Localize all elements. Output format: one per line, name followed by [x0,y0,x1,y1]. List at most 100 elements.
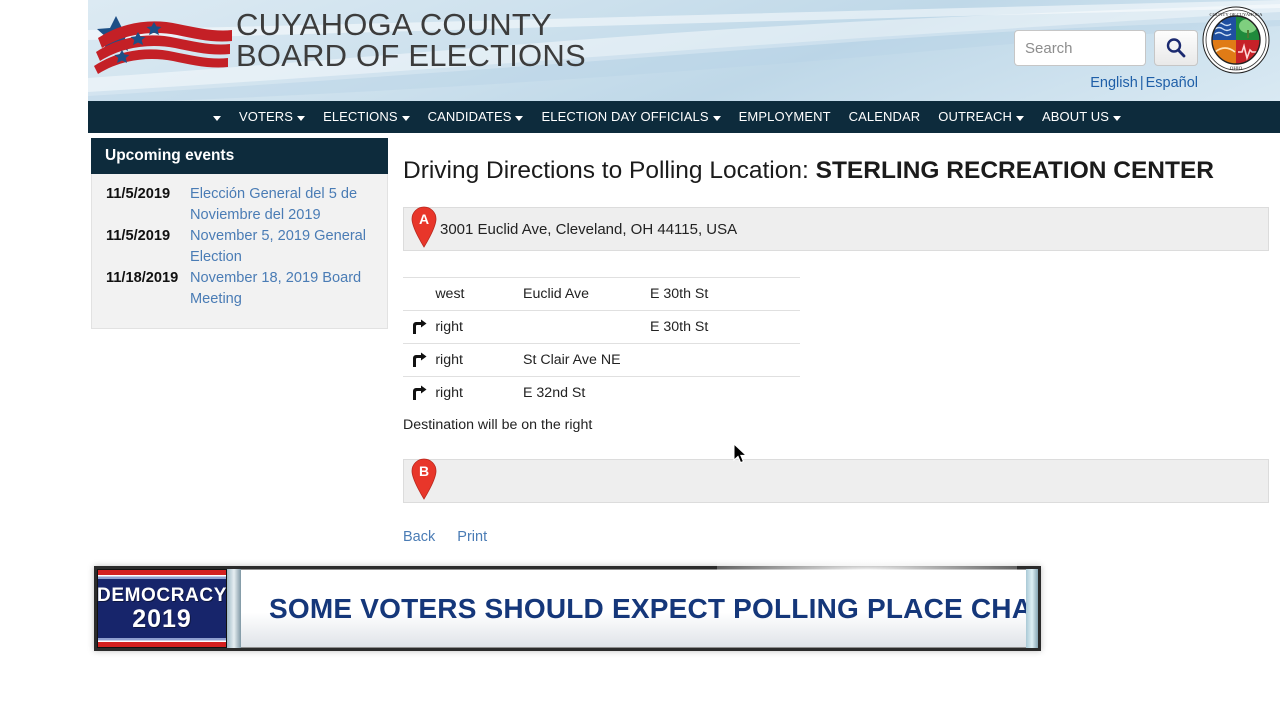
back-link[interactable]: Back [403,529,435,545]
county-seal-icon[interactable]: COUNTY OF CUYAHOGA OHIO [1202,6,1270,74]
event-date: 11/5/2019 [106,228,171,244]
badge-stripe-bottom-decoration [98,638,226,647]
direction-icon-cell [403,377,435,410]
site-header: CUYAHOGA COUNTY BOARD OF ELECTIONS Engli… [88,0,1280,101]
nav-label: VOTERS [239,109,294,124]
nav-label: CALENDAR [848,109,921,124]
chevron-down-icon [515,115,524,121]
main-content: Driving Directions to Polling Location: … [403,138,1269,545]
main-navigation: VOTERS ELECTIONS CANDIDATES ELECTION DAY… [88,101,1280,133]
svg-text:OHIO: OHIO [1230,67,1243,72]
badge-stripe-top-decoration [98,570,226,579]
svg-text:COUNTY OF CUYAHOGA: COUNTY OF CUYAHOGA [1210,12,1264,17]
nav-item-about-us[interactable]: ABOUT US [1033,101,1130,133]
lang-espanol-link[interactable]: Español [1146,75,1198,91]
toward-cell [650,344,800,377]
list-item[interactable]: 11/5/2019 Elección General del 5 de Novi… [106,184,375,226]
street-cell: St Clair Ave NE [523,352,621,368]
banner-divider-decoration [227,569,241,648]
nav-item-elections[interactable]: ELECTIONS [314,101,419,133]
lang-separator: | [1139,75,1144,91]
site-logo[interactable]: CUYAHOGA COUNTY BOARD OF ELECTIONS [92,4,586,78]
banner-inner: DEMOCRACY 2019 SOME VOTERS SHOULD EXPECT… [97,557,1038,648]
origin-address-row: A 3001 Euclid Ave, Cleveland, OH 44115, … [403,206,1269,251]
nav-label: ELECTION DAY OFFICIALS [541,109,709,124]
search-area [1014,30,1198,66]
broadcast-lower-third-banner: DEMOCRACY 2019 SOME VOTERS SHOULD EXPECT… [94,557,1041,651]
event-link[interactable]: November 5, 2019 General Election [188,226,375,268]
map-pin-a-icon: A [411,206,437,248]
sidebar-title: Upcoming events [91,138,388,174]
page-title-prefix: Driving Directions to Polling Location: [403,157,816,184]
list-item[interactable]: 11/5/2019 November 5, 2019 General Elect… [106,226,375,268]
direction-icon-cell [403,344,435,377]
event-date: 11/18/2019 [106,270,179,286]
driving-directions-table: west Euclid Ave E 30th St right E 30th S… [403,277,800,441]
direction-cell: right [435,385,463,401]
direction-icon-cell [403,311,435,344]
map-pin-b-icon: B [411,458,437,500]
direction-cell: west [435,286,465,302]
toward-cell: E 30th St [649,319,709,335]
print-link[interactable]: Print [457,529,487,545]
nav-item-election-day-officials[interactable]: ELECTION DAY OFFICIALS [532,101,729,133]
language-links: English | Español [1090,75,1198,91]
turn-right-icon [413,385,427,400]
nav-item-voters[interactable]: VOTERS [230,101,314,133]
page-title-location: STERLING RECREATION CENTER [815,157,1214,184]
nav-label: EMPLOYMENT [738,109,831,124]
direction-cell: right [435,352,463,368]
banner-headline: SOME VOTERS SHOULD EXPECT POLLING PLACE … [269,592,1026,624]
chevron-down-icon [213,115,221,121]
flag-stars-stripes-logo-icon [94,16,232,74]
chevron-down-icon [712,115,721,121]
street-cell: Euclid Ave [523,286,590,302]
event-link[interactable]: November 18, 2019 Board Meeting [188,268,375,310]
event-link[interactable]: Elección General del 5 de Noviembre del … [188,184,375,226]
event-date: 11/5/2019 [106,186,171,202]
table-row: right St Clair Ave NE [403,344,800,377]
table-row: west Euclid Ave E 30th St [403,277,800,311]
list-item[interactable]: 11/18/2019 November 18, 2019 Board Meeti… [106,268,375,310]
turn-right-icon [413,352,427,367]
chevron-down-icon [1113,115,1122,121]
search-button[interactable] [1154,30,1198,66]
page-actions: Back Print [403,529,1269,545]
table-row: right E 30th St [403,311,800,344]
logo-line-county: CUYAHOGA COUNTY [236,7,552,43]
search-icon [1166,38,1186,58]
site-logo-text: CUYAHOGA COUNTY BOARD OF ELECTIONS [236,7,586,73]
banner-right-cap-decoration [1026,569,1038,648]
nav-item-outreach[interactable]: OUTREACH [929,101,1033,133]
nav-label: ABOUT US [1042,109,1110,124]
nav-label: CANDIDATES [427,109,512,124]
map-pin-a-label: A [419,211,429,227]
page-title: Driving Directions to Polling Location: … [403,157,1269,185]
turn-right-icon [413,319,427,334]
table-row: right E 32nd St [403,377,800,410]
page-root: CUYAHOGA COUNTY BOARD OF ELECTIONS Engli… [0,0,1280,720]
origin-address-text: 3001 Euclid Ave, Cleveland, OH 44115, US… [440,220,738,238]
toward-cell: E 30th St [649,286,709,302]
nav-item-candidates[interactable]: CANDIDATES [419,101,533,133]
street-cell [523,311,650,344]
banner-headline-wrap: SOME VOTERS SHOULD EXPECT POLLING PLACE … [241,569,1026,648]
logo-line-board: BOARD OF ELECTIONS [236,38,586,73]
lang-english-link[interactable]: English [1090,75,1138,91]
chevron-down-icon [1016,115,1025,121]
map-pin-b-label: B [419,463,429,479]
search-input[interactable] [1014,30,1146,66]
nav-item-employment[interactable]: EMPLOYMENT [730,101,840,133]
chevron-down-icon [297,115,306,121]
nav-item-menu-toggle[interactable] [204,101,230,133]
democracy-2019-badge: DEMOCRACY 2019 [97,569,227,648]
destination-address-row: B [403,458,1269,503]
nav-label: OUTREACH [938,109,1013,124]
destination-note: Destination will be on the right [403,417,593,433]
toward-cell [650,377,800,410]
street-cell: E 32nd St [523,385,586,401]
nav-label: ELECTIONS [323,109,398,124]
table-row: Destination will be on the right [403,409,800,441]
chevron-down-icon [401,115,410,121]
nav-item-calendar[interactable]: CALENDAR [840,101,930,133]
